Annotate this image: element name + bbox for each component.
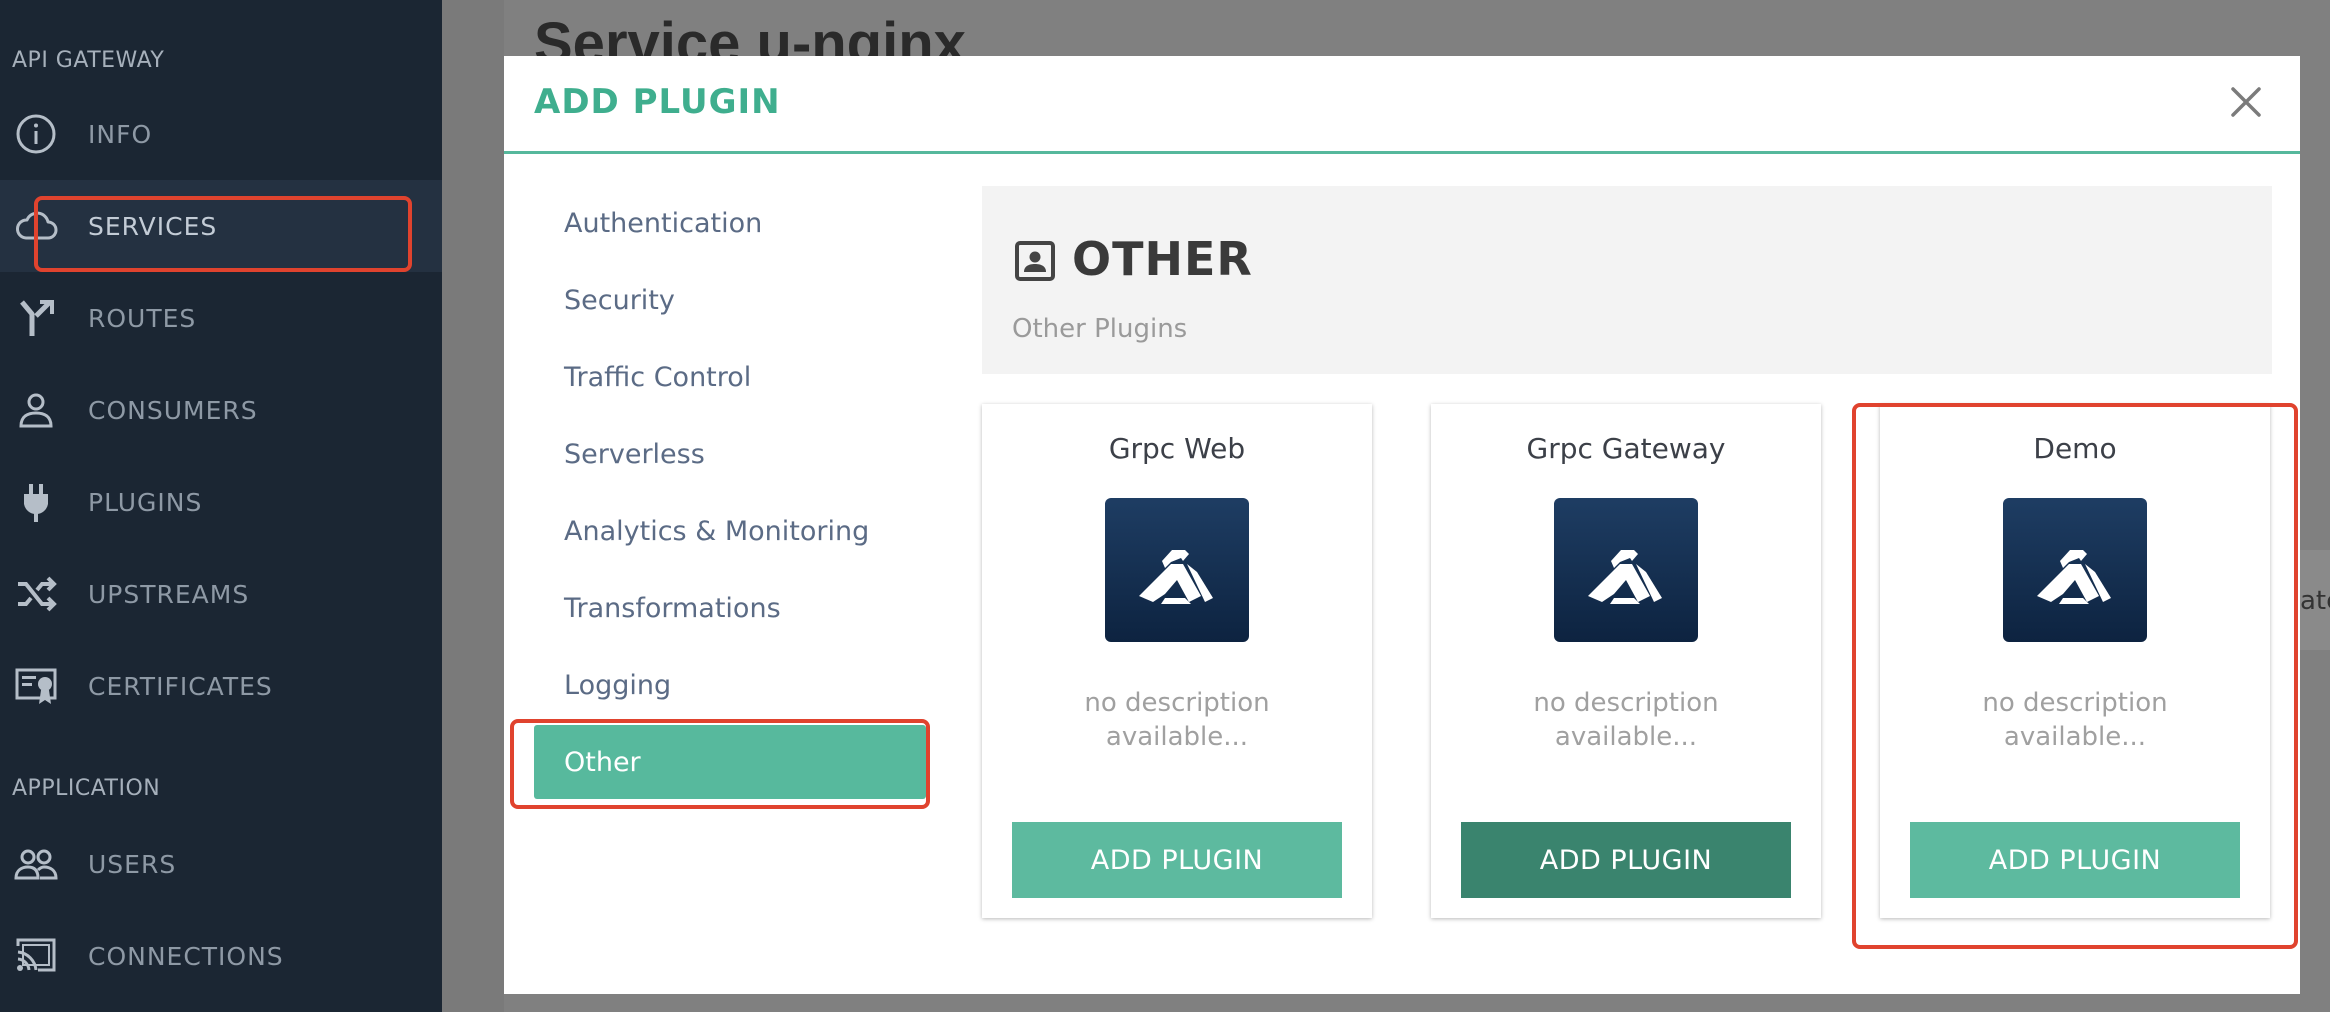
plugin-card-grpc-gateway: Grpc Gateway no description available...… (1431, 404, 1821, 918)
category-authentication[interactable]: Authentication (534, 186, 926, 260)
sidebar-item-label: USERS (88, 849, 177, 879)
category-other[interactable]: Other (534, 725, 926, 799)
sidebar-item-certificates[interactable]: CERTIFICATES (0, 640, 442, 732)
sidebar-item-users[interactable]: USERS (0, 818, 442, 910)
background-partial-text: ate (2300, 550, 2330, 650)
add-plugin-button[interactable]: ADD PLUGIN (1461, 822, 1791, 898)
sidebar-item-label: PLUGINS (88, 487, 203, 517)
sidebar-item-label: CONNECTIONS (88, 941, 284, 971)
sidebar-item-label: ROUTES (88, 303, 197, 333)
kong-logo-icon (1105, 498, 1249, 642)
add-plugin-button[interactable]: ADD PLUGIN (1910, 822, 2240, 898)
plugin-group-subtitle: Other Plugins (1012, 314, 1188, 344)
plugin-card-demo: Demo no description available... ADD PLU… (1880, 404, 2270, 918)
plugin-group-title: OTHER (1072, 232, 1253, 286)
sidebar-section-application: APPLICATION (12, 776, 161, 801)
modal-title: ADD PLUGIN (534, 82, 781, 122)
sidebar-item-plugins[interactable]: PLUGINS (0, 456, 442, 548)
cloud-icon (14, 204, 58, 248)
certificate-icon (14, 664, 58, 708)
category-analytics-monitoring[interactable]: Analytics & Monitoring (534, 494, 926, 568)
plugin-card-grpc-web: Grpc Web no description available... ADD… (982, 404, 1372, 918)
sidebar-item-label: UPSTREAMS (88, 579, 250, 609)
shuffle-icon (14, 572, 58, 616)
person-icon (14, 388, 58, 432)
close-icon[interactable] (2220, 76, 2272, 128)
category-serverless[interactable]: Serverless (534, 417, 926, 491)
route-fork-icon (14, 296, 58, 340)
plugin-description: no description available... (1982, 688, 2168, 752)
sidebar-item-info[interactable]: INFO (0, 88, 442, 180)
sidebar-item-label: SERVICES (88, 211, 218, 241)
add-plugin-button[interactable]: ADD PLUGIN (1012, 822, 1342, 898)
sidebar-item-services[interactable]: SERVICES (0, 180, 442, 272)
modal-header: ADD PLUGIN (504, 56, 2300, 154)
sidebar-item-connections[interactable]: CONNECTIONS (0, 910, 442, 1002)
contact-card-icon (1014, 240, 1056, 282)
kong-logo-icon (2003, 498, 2147, 642)
sidebar-item-label: INFO (88, 119, 153, 149)
add-plugin-modal: ADD PLUGIN Authentication Security Traff… (504, 56, 2300, 994)
cast-icon (14, 934, 58, 978)
info-icon (14, 112, 58, 156)
plugin-description: no description available... (1084, 688, 1270, 752)
sidebar-item-routes[interactable]: ROUTES (0, 272, 442, 364)
sidebar-item-label: CONSUMERS (88, 395, 258, 425)
category-traffic-control[interactable]: Traffic Control (534, 340, 926, 414)
users-icon (14, 842, 58, 886)
category-security[interactable]: Security (534, 263, 926, 337)
sidebar: API GATEWAY INFO SERVICES ROUTES CONSUME… (0, 0, 442, 1012)
kong-logo-icon (1554, 498, 1698, 642)
sidebar-item-label: CERTIFICATES (88, 671, 273, 701)
sidebar-item-upstreams[interactable]: UPSTREAMS (0, 548, 442, 640)
category-logging[interactable]: Logging (534, 648, 926, 722)
plugin-description: no description available... (1533, 688, 1719, 752)
plugin-name: Grpc Gateway (1526, 432, 1726, 465)
category-transformations[interactable]: Transformations (534, 571, 926, 645)
plugin-group-header: OTHER Other Plugins (982, 186, 2272, 374)
sidebar-section-api-gateway: API GATEWAY (12, 48, 165, 73)
plug-icon (14, 480, 58, 524)
sidebar-item-consumers[interactable]: CONSUMERS (0, 364, 442, 456)
plugin-name: Grpc Web (1108, 432, 1246, 465)
plugin-name: Demo (2033, 432, 2117, 465)
